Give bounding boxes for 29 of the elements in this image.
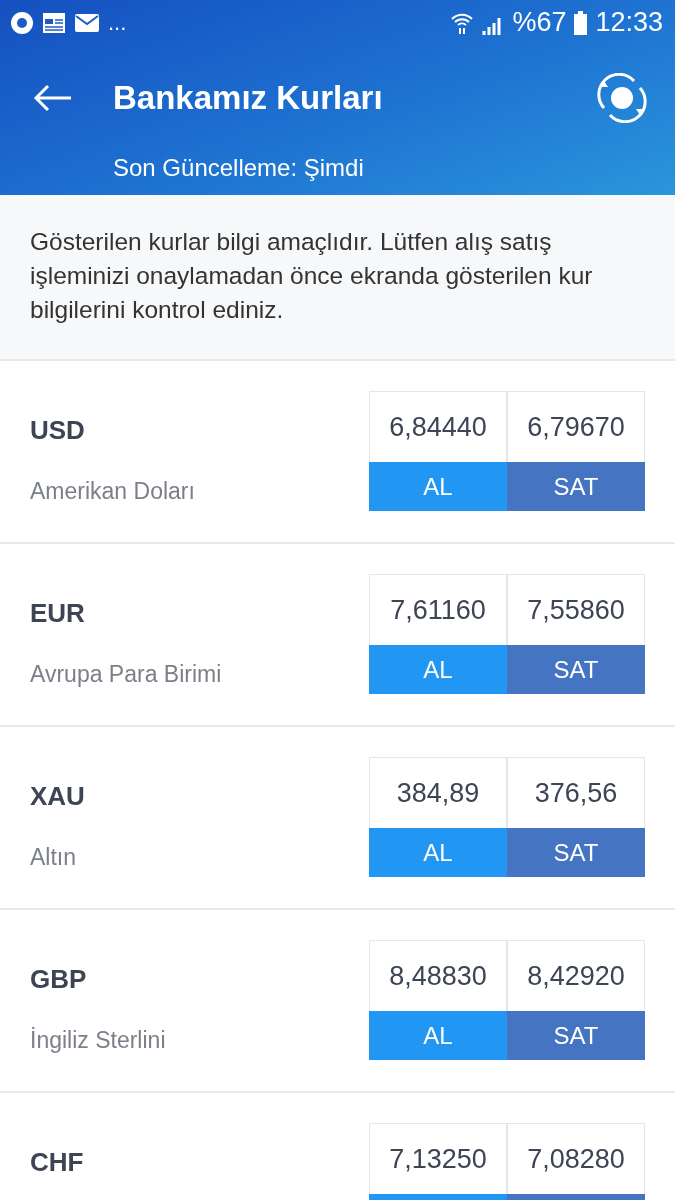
currency-code: USD	[30, 414, 86, 447]
currency-name: Altın	[30, 843, 78, 872]
sell-button[interactable]: SAT	[507, 462, 645, 511]
refresh-icon[interactable]	[594, 72, 650, 123]
back-icon[interactable]	[33, 83, 73, 112]
currency-code: CHF	[30, 1146, 85, 1179]
currency-name: İngiliz Sterlini	[30, 1026, 167, 1055]
calendar-icon	[42, 11, 66, 34]
browser-icon	[10, 10, 34, 35]
currency-code: XAU	[30, 780, 86, 813]
sell-button[interactable]: SAT	[507, 828, 645, 877]
more-notifications-text: ...	[108, 9, 127, 37]
battery-percent-text: %67	[512, 6, 567, 40]
notice-text: Gösterilen kurlar bilgi amaçlıdır. Lütfen alış satış işleminizi onaylamadan önce ekranda gösterilen kur bilgilerini kontrol ediniz.	[30, 227, 594, 325]
currency-name: Avrupa Para Birimi	[30, 660, 223, 689]
battery-icon	[574, 10, 588, 35]
currency-code: GBP	[30, 963, 88, 996]
buy-button[interactable]: AL	[369, 1011, 507, 1060]
currency-name: Amerikan Doları	[30, 477, 196, 506]
buy-button[interactable]: AL	[369, 462, 507, 511]
sell-button[interactable]: SAT	[507, 645, 645, 694]
last-update-text: Son Güncelleme: Şimdi	[112, 153, 365, 183]
mail-icon	[74, 11, 100, 34]
page-title: Bankamız Kurları	[113, 77, 383, 118]
clock-text: 12:33	[595, 6, 663, 40]
buy-button[interactable]: AL	[369, 828, 507, 877]
sell-button[interactable]: SAT	[507, 1011, 645, 1060]
currency-code: EUR	[30, 597, 86, 630]
buy-button[interactable]: AL	[369, 645, 507, 694]
